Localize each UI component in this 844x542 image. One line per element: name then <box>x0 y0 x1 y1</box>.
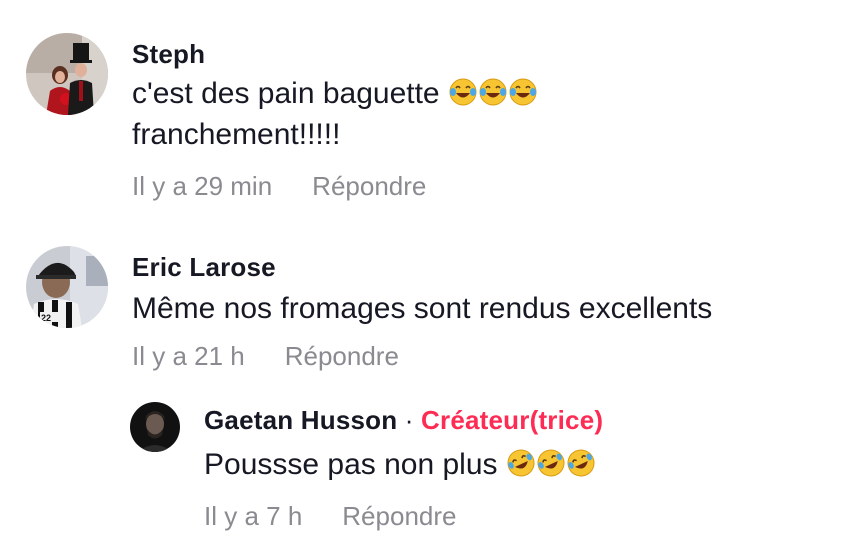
comment-author[interactable]: Steph <box>132 37 538 71</box>
rolling-on-the-floor-laughing-icon <box>537 449 565 477</box>
comment-text-line: franchement!!!!! <box>132 118 341 151</box>
reply-button[interactable]: Répondre <box>285 341 399 372</box>
reply-item: Gaetan Husson · Créateur(trice) Poussse … <box>130 400 603 532</box>
comment-timestamp: Il y a 21 h <box>132 341 245 371</box>
avatar[interactable] <box>26 33 108 115</box>
avatar-photo <box>130 402 180 452</box>
comment-meta: Il y a 29 min Répondre <box>132 171 538 202</box>
comment-meta: Il y a 7 h Répondre <box>204 501 603 532</box>
comment-text-line: c'est des pain baguette <box>132 77 440 110</box>
comment-item: Steph c'est des pain baguette franchemen… <box>26 33 538 202</box>
avatar[interactable] <box>130 402 180 452</box>
comment-item: 22 Eric Larose Même nos fromages sont re… <box>26 246 712 372</box>
rolling-on-the-floor-laughing-icon <box>507 449 535 477</box>
comment-author[interactable]: Eric Larose <box>132 250 712 284</box>
comment-author[interactable]: Gaetan Husson <box>204 405 397 435</box>
avatar[interactable]: 22 <box>26 246 108 328</box>
svg-text:22: 22 <box>41 313 51 323</box>
face-with-tears-of-joy-icon <box>449 78 477 106</box>
separator-dot: · <box>404 405 414 435</box>
comment-timestamp: Il y a 7 h <box>204 501 303 531</box>
emoji-group <box>448 77 538 110</box>
reply-button[interactable]: Répondre <box>342 501 456 532</box>
emoji-group <box>506 448 596 481</box>
face-with-tears-of-joy-icon <box>479 78 507 106</box>
comment-text-line: Poussse pas non plus <box>204 448 498 481</box>
reply-button[interactable]: Répondre <box>312 171 426 202</box>
creator-badge: Créateur(trice) <box>421 405 604 435</box>
rolling-on-the-floor-laughing-icon <box>567 449 595 477</box>
comment-text: c'est des pain baguette franchement!!!!! <box>132 73 538 155</box>
comment-text: Même nos fromages sont rendus excellents <box>132 292 713 325</box>
reply-header: Gaetan Husson · Créateur(trice) <box>204 402 603 438</box>
avatar-photo <box>26 33 108 115</box>
comment-meta: Il y a 21 h Répondre <box>132 341 712 372</box>
avatar-photo: 22 <box>26 246 108 328</box>
comment-text: Poussse pas non plus <box>204 444 603 485</box>
comment-timestamp: Il y a 29 min <box>132 171 273 201</box>
face-with-tears-of-joy-icon <box>509 78 537 106</box>
